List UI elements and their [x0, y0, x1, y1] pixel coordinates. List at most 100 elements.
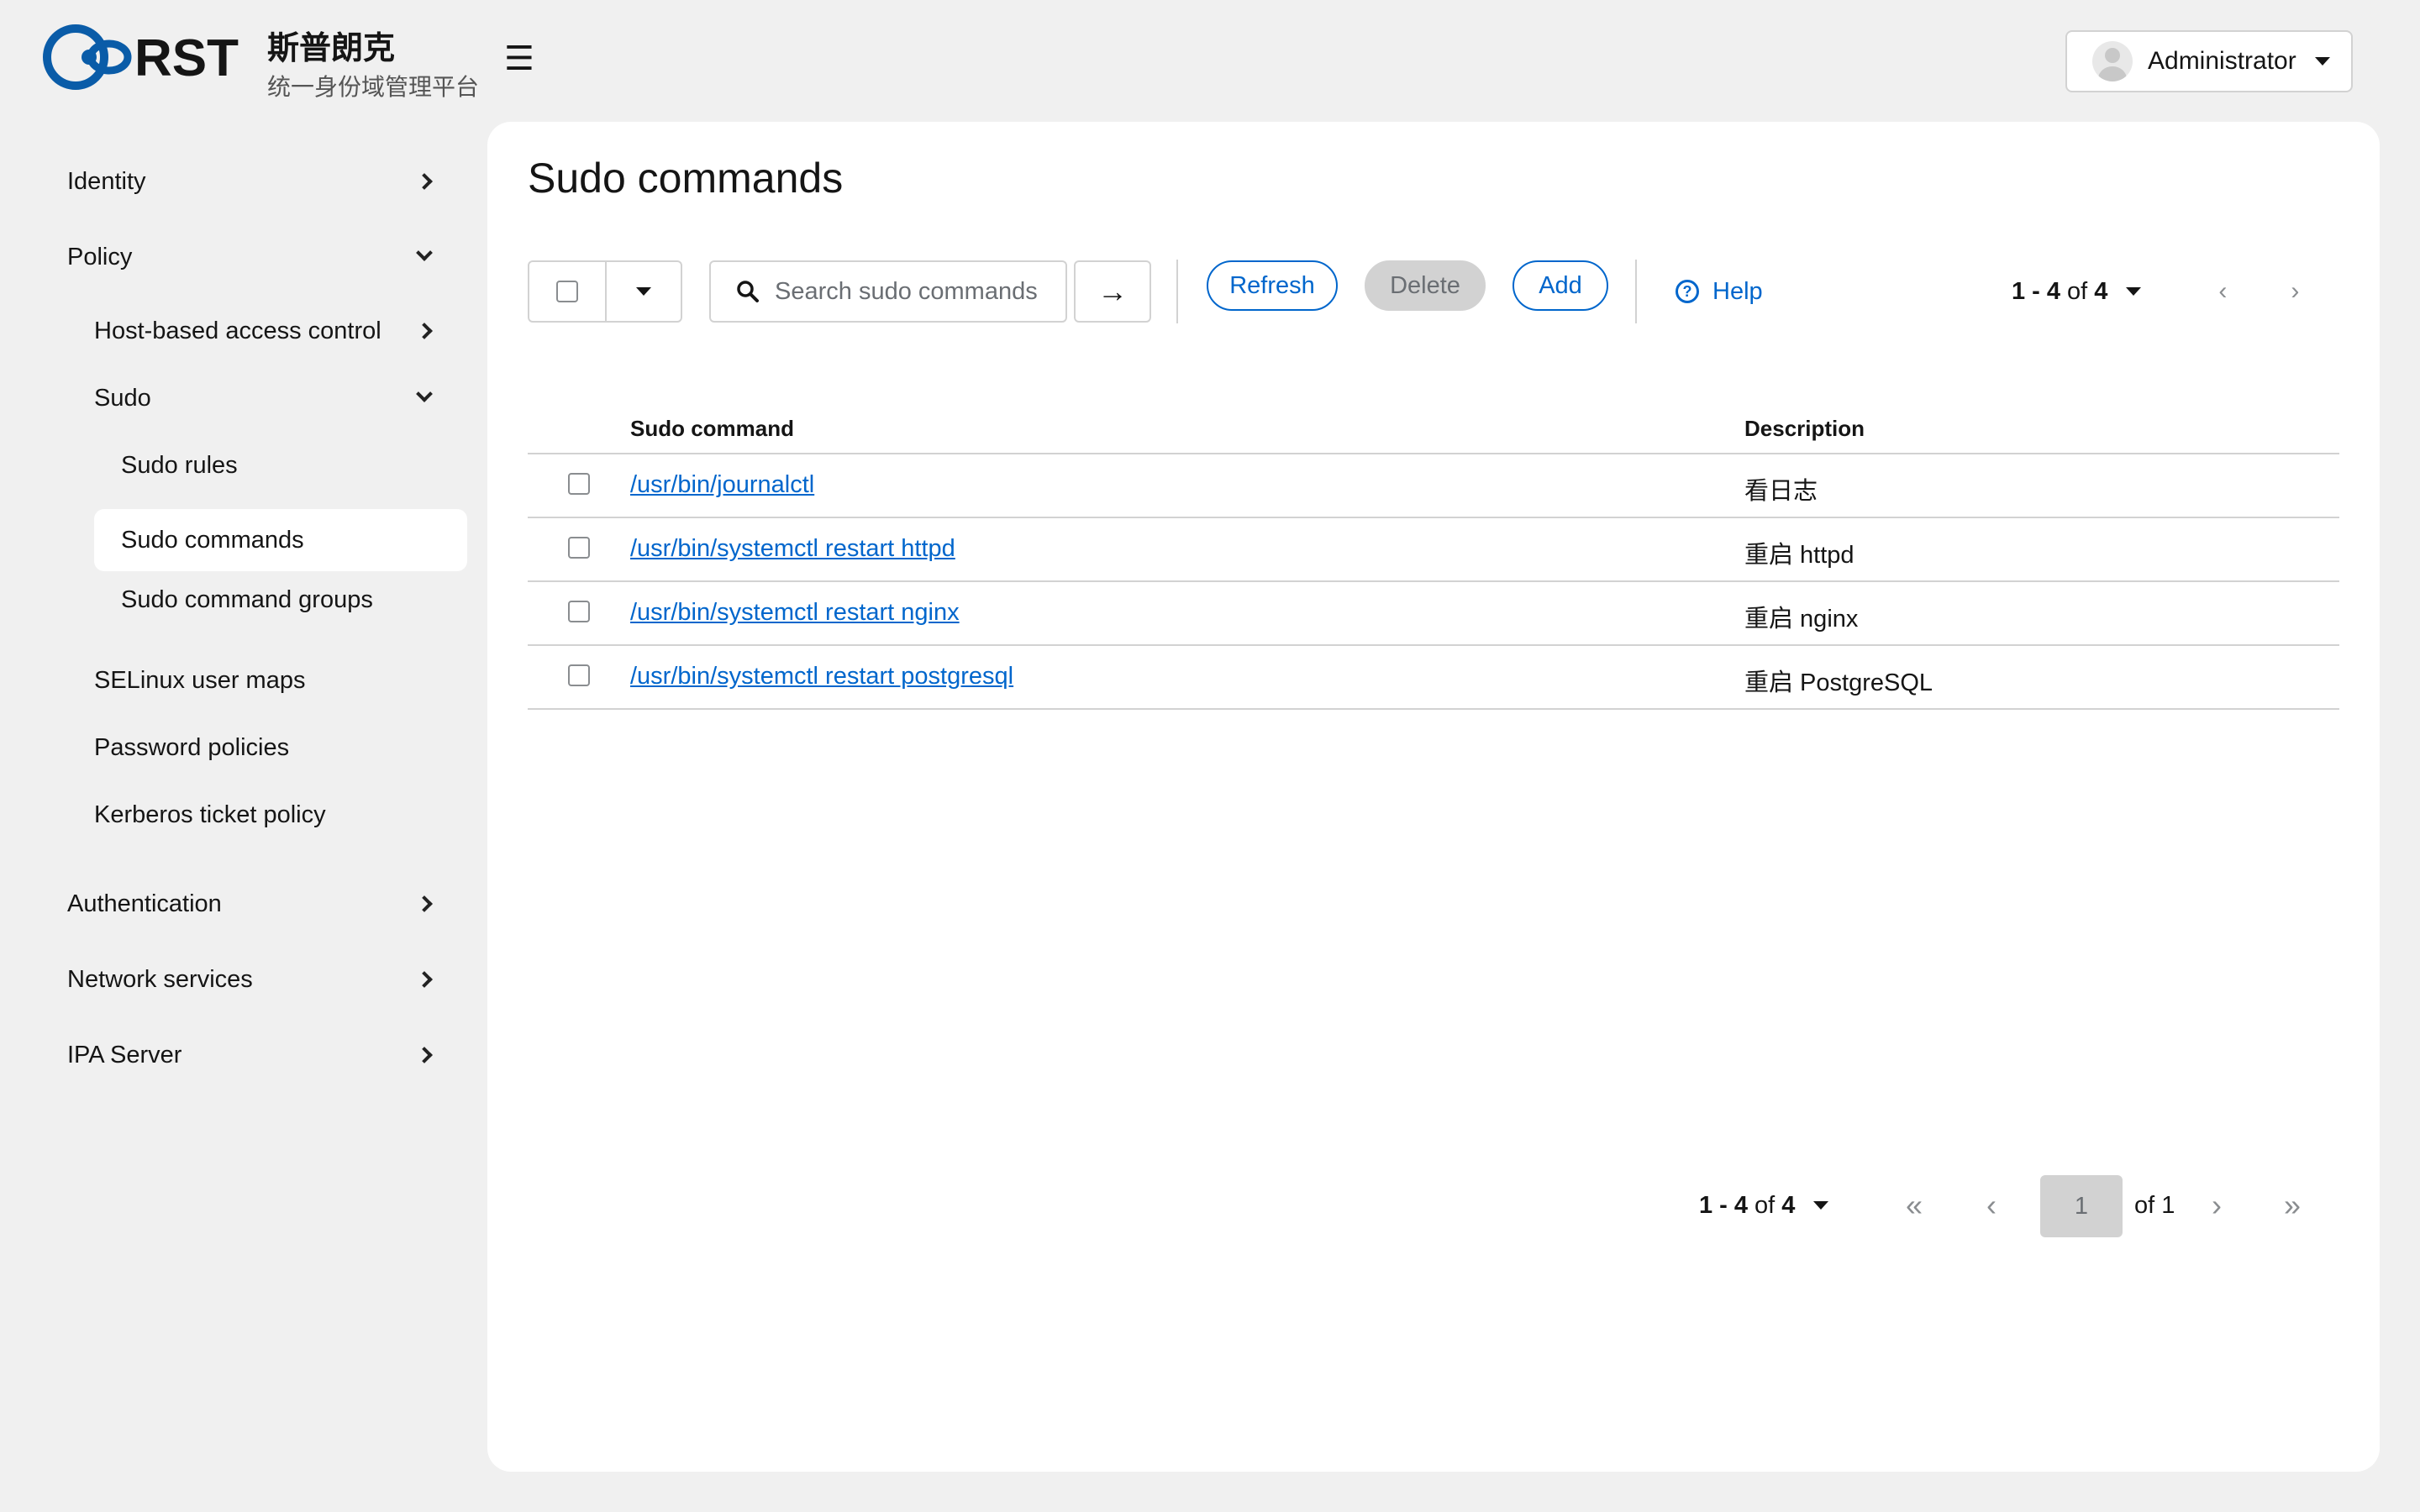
- row-checkbox[interactable]: [568, 664, 590, 686]
- pagination-range: 1 - 4: [1699, 1191, 1749, 1219]
- command-link[interactable]: /usr/bin/systemctl restart httpd: [630, 535, 955, 563]
- sidebar-item-policy[interactable]: Policy: [67, 240, 437, 274]
- last-page-icon[interactable]: »: [2284, 1174, 2301, 1236]
- search-icon: [737, 281, 759, 302]
- refresh-button[interactable]: Refresh: [1207, 260, 1338, 311]
- sidebar-item-label: Network services: [67, 965, 253, 993]
- command-description: 看日志: [1744, 478, 1818, 505]
- command-link[interactable]: /usr/bin/journalctl: [630, 471, 814, 499]
- avatar: [2092, 41, 2133, 81]
- table-row: /usr/bin/journalctl 看日志: [528, 454, 2339, 518]
- help-icon: ?: [1676, 280, 1699, 303]
- bulk-select: [528, 260, 682, 323]
- table-header: Sudo command Description: [528, 407, 2339, 454]
- help-label: Help: [1712, 277, 1763, 305]
- row-checkbox[interactable]: [568, 601, 590, 622]
- sidebar-item-label: Kerberos ticket policy: [94, 801, 326, 828]
- command-link[interactable]: /usr/bin/systemctl restart nginx: [630, 599, 960, 627]
- next-page-icon[interactable]: ›: [2291, 277, 2299, 306]
- chevron-right-icon: [416, 323, 433, 339]
- chevron-right-icon: [416, 1047, 433, 1063]
- toolbar-divider: [1176, 260, 1178, 323]
- chevron-right-icon: [416, 895, 433, 912]
- command-link[interactable]: /usr/bin/systemctl restart postgresql: [630, 663, 1013, 690]
- search-input[interactable]: [775, 277, 1052, 306]
- sidebar-item-label: Authentication: [67, 890, 222, 917]
- caret-down-icon: [2126, 287, 2142, 296]
- pagination-total: 4: [2094, 277, 2108, 305]
- table-row: /usr/bin/systemctl restart nginx 重启 ngin…: [528, 582, 2339, 646]
- brand-name: 斯普朗克: [267, 31, 396, 66]
- first-page-icon[interactable]: «: [1906, 1174, 1923, 1236]
- delete-button[interactable]: Delete: [1365, 260, 1486, 311]
- total-pages: of 1: [2134, 1191, 2175, 1219]
- select-all-checkbox[interactable]: [556, 281, 578, 302]
- pagination-toggle-bottom[interactable]: 1 - 4 of 4: [1699, 1174, 1829, 1236]
- command-description: 重启 nginx: [1744, 606, 1859, 633]
- sidebar-item-label: SELinux user maps: [94, 666, 306, 694]
- command-description: 重启 httpd: [1744, 542, 1854, 569]
- svg-text:RST: RST: [134, 29, 239, 87]
- sidebar-item-sudo-commands[interactable]: Sudo commands: [94, 509, 467, 571]
- main-content: Sudo commands → Refresh Delete Add ? Hel…: [487, 122, 2380, 1472]
- hamburger-menu-icon[interactable]: ☰: [504, 42, 534, 76]
- toolbar-divider: [1635, 260, 1637, 323]
- select-all-checkbox-area[interactable]: [529, 262, 607, 321]
- sidebar-item-selinux[interactable]: SELinux user maps: [94, 664, 437, 697]
- sidebar-item-label: IPA Server: [67, 1041, 182, 1068]
- sidebar-item-password-policies[interactable]: Password policies: [94, 731, 437, 764]
- sidebar-item-sudo[interactable]: Sudo: [94, 381, 437, 415]
- chevron-right-icon: [416, 971, 433, 988]
- arrow-right-icon: →: [1097, 274, 1128, 308]
- chevron-right-icon: [416, 173, 433, 190]
- sidebar-item-network-services[interactable]: Network services: [67, 963, 437, 996]
- sidebar-item-label: Sudo command groups: [121, 585, 373, 613]
- previous-page-icon[interactable]: ‹: [2218, 277, 2227, 306]
- sidebar-item-identity[interactable]: Identity: [67, 165, 437, 198]
- user-menu-toggle[interactable]: Administrator: [2065, 30, 2353, 92]
- search-box: [709, 260, 1067, 323]
- sidebar-item-label: Sudo rules: [121, 451, 238, 479]
- page-title: Sudo commands: [528, 155, 844, 202]
- pagination-toggle-top[interactable]: 1 - 4 of 4: [2012, 277, 2142, 306]
- masthead: RST 斯普朗克 统一身份域管理平台 ☰ Administrator: [0, 0, 2420, 122]
- pagination-range: 1 - 4: [2012, 277, 2061, 305]
- sidebar-item-label: Sudo commands: [121, 526, 304, 554]
- column-header-description: Description: [1744, 416, 1865, 441]
- brand-subtitle: 统一身份域管理平台: [267, 74, 480, 100]
- row-checkbox[interactable]: [568, 537, 590, 559]
- chevron-down-icon: [416, 386, 433, 402]
- help-link[interactable]: ? Help: [1676, 260, 1763, 323]
- sidebar-item-label: Identity: [67, 167, 146, 195]
- sidebar-item-label: Sudo: [94, 384, 151, 412]
- search-submit-button[interactable]: →: [1074, 260, 1151, 323]
- column-header-command[interactable]: Sudo command: [630, 416, 794, 442]
- sidebar-item-authentication[interactable]: Authentication: [67, 887, 437, 921]
- caret-down-icon: [1813, 1201, 1829, 1210]
- caret-down-icon: [2314, 57, 2330, 66]
- sidebar-item-hbac[interactable]: Host-based access control: [94, 314, 437, 348]
- chevron-down-icon: [416, 244, 433, 261]
- caret-down-icon: [636, 287, 651, 296]
- previous-page-icon[interactable]: ‹: [1986, 1174, 1996, 1236]
- user-name: Administrator: [2148, 47, 2296, 75]
- add-button[interactable]: Add: [1512, 260, 1608, 311]
- sidebar-item-label: Password policies: [94, 733, 290, 761]
- sidebar-item-ipa-server[interactable]: IPA Server: [67, 1038, 437, 1072]
- table-row: /usr/bin/systemctl restart postgresql 重启…: [528, 646, 2339, 710]
- bulk-select-toggle[interactable]: [607, 262, 681, 321]
- table-row: /usr/bin/systemctl restart httpd 重启 http…: [528, 518, 2339, 582]
- rst-logo: RST: [43, 24, 239, 90]
- sidebar-item-sudo-rules[interactable]: Sudo rules: [121, 449, 437, 482]
- row-checkbox[interactable]: [568, 473, 590, 495]
- pagination-of: of: [1754, 1191, 1776, 1219]
- sidebar-item-label: Policy: [67, 243, 133, 270]
- pagination-of: of: [2067, 277, 2088, 305]
- sidebar-item-sudo-command-groups[interactable]: Sudo command groups: [121, 583, 437, 617]
- pagination-total: 4: [1781, 1191, 1796, 1219]
- sidebar-item-label: Host-based access control: [94, 317, 381, 344]
- next-page-icon[interactable]: ›: [2212, 1174, 2222, 1236]
- pagination-top: 1 - 4 of 4 ‹ ›: [2012, 260, 2299, 323]
- current-page-input[interactable]: 1: [2040, 1175, 2123, 1237]
- sidebar-item-kerberos[interactable]: Kerberos ticket policy: [94, 798, 437, 832]
